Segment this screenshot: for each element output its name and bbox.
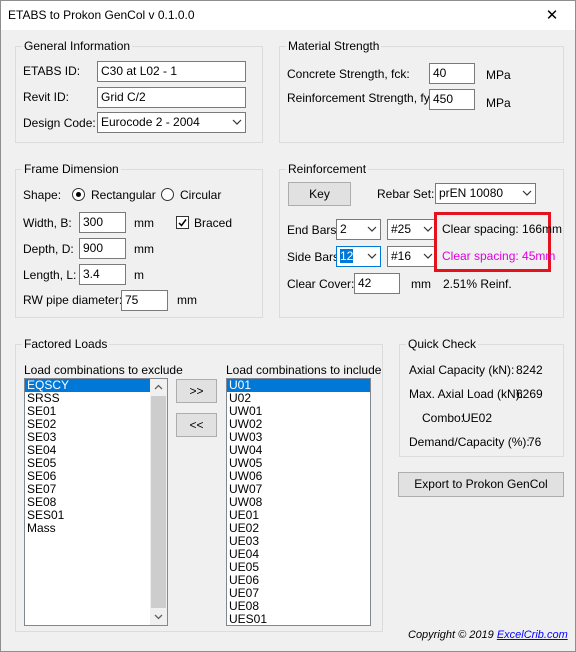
axial-capacity-label: Axial Capacity (kN):: [409, 363, 515, 377]
rebar-set-select[interactable]: prEN 10080: [435, 183, 536, 204]
general-information-legend: General Information: [22, 39, 133, 53]
circular-label[interactable]: Circular: [180, 188, 221, 202]
demand-capacity-label: Demand/Capacity (%):: [409, 435, 530, 449]
rw-pipe-diameter-unit: mm: [177, 293, 197, 307]
combo-label: Combo:: [422, 411, 465, 425]
end-clear-spacing: Clear spacing: 166mm: [442, 222, 563, 236]
app-window: ETABS to Prokon GenCol v 0.1.0.0 ✕ Gener…: [0, 0, 576, 652]
window-title: ETABS to Prokon GenCol v 0.1.0.0: [8, 8, 195, 22]
reinforcement-strength-input[interactable]: 450: [429, 89, 475, 110]
chevron-down-icon: [364, 247, 380, 266]
side-clear-spacing: Clear spacing: 45mm: [442, 249, 556, 263]
braced-label[interactable]: Braced: [194, 216, 232, 230]
exclude-list[interactable]: EQSCY SRSS SE01 SE02 SE03 SE04 SE05 SE06 SE07 SE0…: [24, 378, 168, 626]
concrete-strength-input[interactable]: 40: [429, 63, 475, 84]
scroll-thumb[interactable]: [151, 396, 166, 608]
revit-id-input[interactable]: Grid C/2: [97, 87, 246, 108]
depth-input[interactable]: 900: [79, 238, 126, 259]
reinforcement-strength-label: Reinforcement Strength, fy:: [287, 91, 434, 105]
clear-spacing-highlight: [434, 212, 551, 272]
concrete-strength-label: Concrete Strength, fck:: [287, 67, 410, 81]
exclude-list-items: EQSCY SRSS SE01 SE02 SE03 SE04 SE05 SE06 SE07 SE0…: [25, 379, 167, 535]
end-bars-count-select[interactable]: 2: [336, 219, 381, 240]
include-list-items: U01 U02 UW01 UW02 UW03 UW04 UW05 UW06 UW07 UW08 UE…: [227, 379, 370, 626]
scroll-down-icon[interactable]: [150, 608, 167, 625]
shape-label: Shape:: [23, 188, 62, 202]
revit-id-label: Revit ID:: [23, 90, 70, 104]
depth-unit: mm: [134, 242, 154, 256]
rectangular-radio[interactable]: [72, 188, 85, 201]
close-icon[interactable]: ✕: [529, 1, 575, 30]
exclude-list-label: Load combinations to exclude: [24, 363, 183, 377]
reinforcement-legend: Reinforcement: [286, 162, 369, 176]
width-unit: mm: [134, 216, 154, 230]
factored-loads-legend: Factored Loads: [22, 337, 110, 351]
reinforcement-percentage: 2.51% Reinf.: [443, 277, 512, 291]
design-code-select[interactable]: Eurocode 2 - 2004: [97, 112, 246, 133]
key-button[interactable]: Key: [288, 182, 351, 206]
etabs-id-input[interactable]: C30 at L02 - 1: [97, 61, 246, 82]
demand-capacity-value: 76: [528, 435, 542, 449]
copyright-label: Copyright © 2019: [408, 629, 494, 641]
check-icon: [178, 219, 187, 227]
exclude-list-item[interactable]: Mass: [25, 522, 167, 535]
chevron-down-icon: [364, 220, 380, 239]
clear-cover-input[interactable]: 42: [354, 273, 400, 294]
quick-check-legend: Quick Check: [406, 337, 479, 351]
width-input[interactable]: 300: [79, 212, 126, 233]
remove-from-include-button[interactable]: <<: [176, 413, 217, 437]
circular-radio[interactable]: [161, 188, 174, 201]
include-list-item[interactable]: UES01: [227, 613, 370, 626]
include-list[interactable]: U01 U02 UW01 UW02 UW03 UW04 UW05 UW06 UW07 UW08 UE…: [226, 378, 371, 626]
concrete-strength-unit: MPa: [486, 68, 511, 82]
width-label: Width, B:: [23, 216, 72, 230]
exclude-list-scrollbar[interactable]: [150, 379, 167, 625]
end-bars-size-select[interactable]: #25: [387, 219, 437, 240]
length-unit: m: [134, 268, 144, 282]
combo-value: UE02: [462, 411, 493, 425]
title-bar: ETABS to Prokon GenCol v 0.1.0.0 ✕: [1, 1, 575, 30]
end-bars-count-value: 2: [340, 222, 347, 236]
side-bars-count-select[interactable]: 12: [336, 246, 381, 267]
end-bars-label: End Bars:: [287, 223, 340, 237]
side-bars-label: Side Bars:: [287, 250, 343, 264]
rw-pipe-diameter-input[interactable]: 75: [121, 290, 168, 311]
reinforcement-strength-unit: MPa: [486, 96, 511, 110]
length-label: Length, L:: [23, 268, 77, 282]
add-to-include-button[interactable]: >>: [176, 379, 217, 403]
scroll-up-icon[interactable]: [150, 379, 167, 396]
end-bars-size-value: #25: [391, 222, 412, 236]
length-input[interactable]: 3.4: [79, 264, 126, 285]
braced-checkbox[interactable]: [176, 216, 189, 229]
etabs-id-label: ETABS ID:: [23, 64, 81, 78]
rectangular-label[interactable]: Rectangular: [91, 188, 156, 202]
design-code-label: Design Code:: [23, 116, 96, 130]
max-axial-load-value: 6269: [516, 387, 543, 401]
copyright-text: Copyright © 2019 ExcelCrib.com: [408, 629, 568, 641]
axial-capacity-value: 8242: [516, 363, 543, 377]
excelcrib-link[interactable]: ExcelCrib.com: [497, 629, 568, 641]
chevron-down-icon: [519, 184, 535, 203]
rw-pipe-diameter-label: RW pipe diameter:: [23, 293, 123, 307]
side-bars-size-select[interactable]: #16: [387, 246, 437, 267]
side-bars-size-value: #16: [391, 249, 412, 263]
clear-cover-unit: mm: [411, 277, 431, 291]
rebar-set-value: prEN 10080: [439, 186, 504, 200]
include-list-label: Load combinations to include: [226, 363, 382, 377]
design-code-value: Eurocode 2 - 2004: [101, 115, 200, 129]
max-axial-load-label: Max. Axial Load (kN):: [409, 387, 524, 401]
depth-label: Depth, D:: [23, 242, 74, 256]
chevron-down-icon: [229, 113, 245, 132]
side-bars-count-value: 12: [340, 249, 354, 263]
material-strength-legend: Material Strength: [286, 39, 382, 53]
rebar-set-label: Rebar Set:: [377, 187, 435, 201]
clear-cover-label: Clear Cover:: [287, 277, 355, 291]
export-button[interactable]: Export to Prokon GenCol: [398, 472, 564, 497]
frame-dimension-legend: Frame Dimension: [22, 162, 121, 176]
